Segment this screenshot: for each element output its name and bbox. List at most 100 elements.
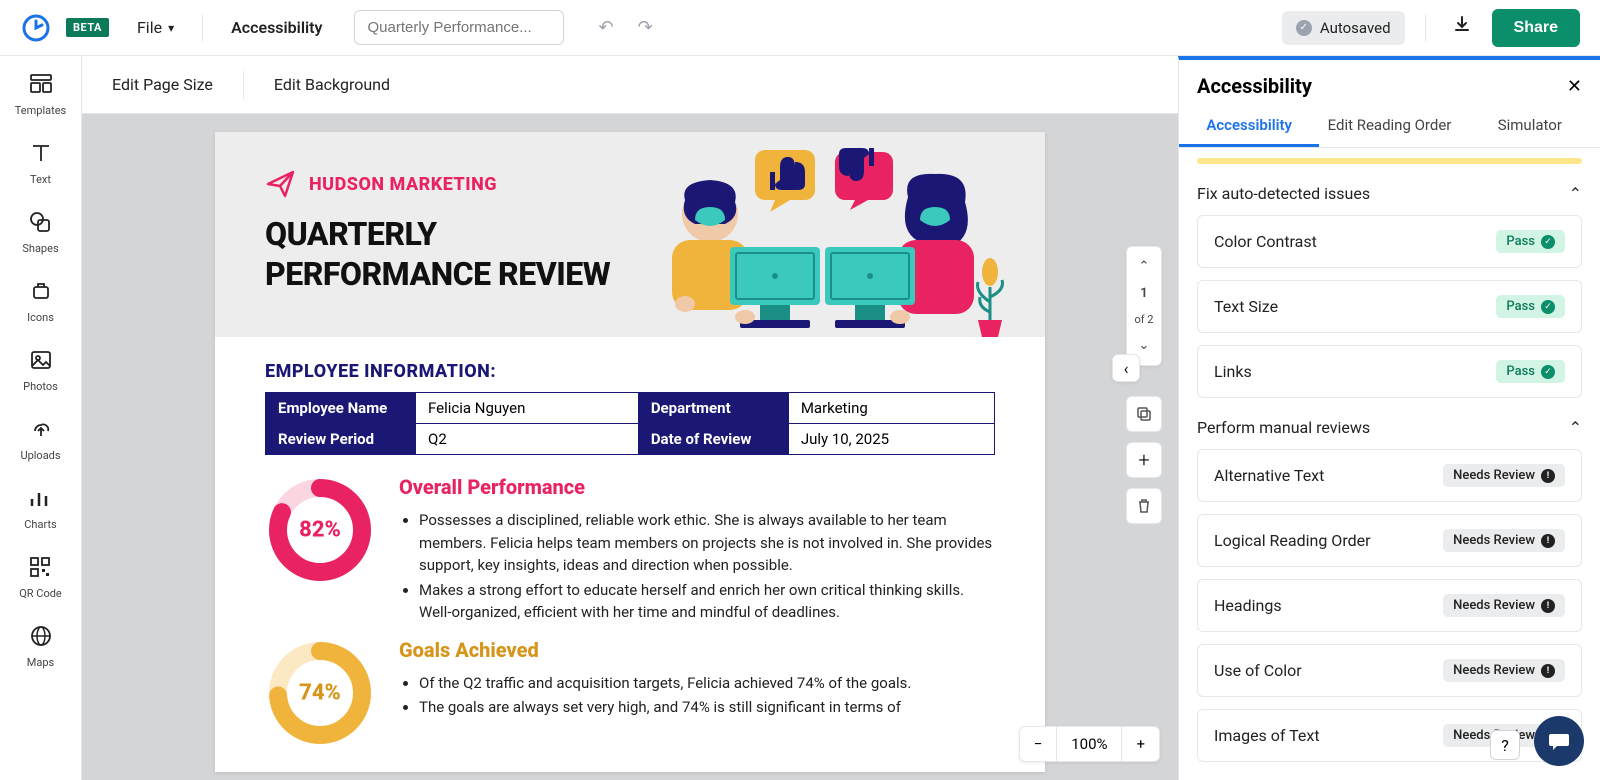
bullet: The goals are always set very high, and …	[419, 696, 995, 719]
section-auto-detected[interactable]: Fix auto-detected issues ⌃	[1197, 176, 1582, 215]
tab-accessibility[interactable]: Accessibility	[1179, 106, 1319, 147]
bullet: Makes a strong effort to educate herself…	[419, 579, 995, 624]
status-badge-review: Needs Review!	[1443, 594, 1565, 617]
issue-card-use-of-color[interactable]: Use of Color Needs Review!	[1197, 644, 1582, 697]
check-icon: ✓	[1541, 235, 1555, 249]
sidebar-item-shapes[interactable]: Shapes	[22, 208, 58, 255]
overall-heading: Overall Performance	[399, 475, 995, 499]
page-current: 1	[1140, 280, 1147, 307]
accessibility-panel: Accessibility ✕ Accessibility Edit Readi…	[1178, 56, 1600, 780]
check-icon: ✓	[1541, 300, 1555, 314]
panel-body: Fix auto-detected issues ⌃ Color Contras…	[1179, 148, 1600, 780]
help-button[interactable]: ?	[1490, 730, 1520, 760]
status-badge-review: Needs Review!	[1443, 464, 1565, 487]
overall-bullets: Possesses a disciplined, reliable work e…	[399, 509, 995, 624]
edit-background-button[interactable]: Edit Background	[274, 75, 390, 94]
add-page-button[interactable]: +	[1126, 442, 1162, 478]
duplicate-page-button[interactable]	[1126, 396, 1162, 432]
page-actions: +	[1126, 396, 1162, 524]
page-navigator[interactable]: ⌃ 1 of 2 ⌄	[1126, 246, 1162, 366]
sidebar-item-templates[interactable]: Templates	[15, 70, 66, 117]
close-icon[interactable]: ✕	[1567, 76, 1582, 97]
sidebar-item-photos[interactable]: Photos	[23, 346, 58, 393]
sidebar-item-uploads[interactable]: Uploads	[20, 415, 60, 462]
brand-name: HUDSON MARKETING	[309, 174, 497, 195]
chevron-down-icon[interactable]: ⌄	[1139, 332, 1150, 359]
employee-info-table: Employee Name Felicia Nguyen Department …	[265, 392, 995, 455]
sidebar-item-label: Icons	[27, 311, 54, 324]
sidebar-item-label: Maps	[27, 656, 54, 669]
file-menu-label: File	[137, 18, 162, 37]
tab-simulator[interactable]: Simulator	[1460, 106, 1600, 147]
sidebar-item-icons[interactable]: Icons	[27, 277, 55, 324]
file-menu[interactable]: File ▾	[129, 14, 182, 41]
issue-card-images-of-text[interactable]: Images of Text Needs Review!	[1197, 709, 1582, 762]
table-cell: July 10, 2025	[788, 424, 994, 455]
download-button[interactable]	[1446, 9, 1478, 46]
page-total: of 2	[1134, 307, 1153, 332]
sidebar-item-label: Uploads	[20, 449, 60, 462]
redo-icon[interactable]: ↷	[638, 17, 653, 38]
goals-donut-value: 74%	[299, 680, 341, 705]
sidebar-item-qrcode[interactable]: QR Code	[19, 553, 62, 600]
table-header: Employee Name	[266, 393, 416, 424]
paper-plane-icon	[265, 168, 297, 200]
warning-icon: !	[1541, 664, 1555, 678]
check-icon: ✓	[1541, 365, 1555, 379]
maps-icon	[27, 622, 55, 650]
status-badge-review: Needs Review!	[1443, 659, 1565, 682]
section-manual-reviews[interactable]: Perform manual reviews ⌃	[1197, 410, 1582, 449]
sidebar-item-label: Text	[30, 173, 51, 186]
overall-donut: 82%	[265, 475, 375, 585]
autosaved-status: ✓ Autosaved	[1282, 11, 1405, 45]
section-title-employee-info: EMPLOYEE INFORMATION:	[265, 361, 995, 382]
shapes-icon	[26, 208, 54, 236]
sidebar-item-maps[interactable]: Maps	[27, 622, 55, 669]
document-title-input[interactable]	[354, 10, 564, 45]
check-icon: ✓	[1296, 20, 1312, 36]
app-logo[interactable]	[20, 12, 52, 44]
zoom-in-button[interactable]: +	[1122, 727, 1159, 761]
charts-icon	[26, 484, 54, 512]
chevron-up-icon[interactable]: ⌃	[1139, 253, 1150, 280]
sidebar-item-charts[interactable]: Charts	[24, 484, 56, 531]
undo-icon[interactable]: ↶	[598, 17, 613, 38]
overall-performance-row: 82% Overall Performance Possesses a disc…	[265, 475, 995, 626]
issue-card-headings[interactable]: Headings Needs Review!	[1197, 579, 1582, 632]
panel-alert-banner	[1197, 158, 1582, 164]
issue-card-links[interactable]: Links Pass✓	[1197, 345, 1582, 398]
share-button[interactable]: Share	[1492, 9, 1580, 47]
zoom-out-button[interactable]: −	[1020, 727, 1058, 761]
issue-card-reading-order[interactable]: Logical Reading Order Needs Review!	[1197, 514, 1582, 567]
issue-card-alt-text[interactable]: Alternative Text Needs Review!	[1197, 449, 1582, 502]
table-header: Review Period	[266, 424, 416, 455]
qrcode-icon	[26, 553, 54, 581]
photos-icon	[27, 346, 55, 374]
templates-icon	[27, 70, 55, 98]
topbar: BETA File ▾ Accessibility ↶ ↷ ✓ Autosave…	[0, 0, 1600, 56]
canvas-area[interactable]: HUDSON MARKETING QUARTERLY PERFORMANCE R…	[82, 114, 1178, 780]
document-page[interactable]: HUDSON MARKETING QUARTERLY PERFORMANCE R…	[215, 132, 1045, 772]
warning-icon: !	[1541, 599, 1555, 613]
status-badge-pass: Pass✓	[1496, 230, 1565, 253]
collapse-icon[interactable]: ‹	[1112, 354, 1140, 382]
table-cell: Marketing	[788, 393, 994, 424]
document-header: HUDSON MARKETING QUARTERLY PERFORMANCE R…	[215, 132, 1045, 337]
chevron-up-icon: ⌃	[1569, 184, 1582, 203]
divider	[1425, 14, 1426, 42]
left-sidebar: Templates Text Shapes Icons Photos Uploa…	[0, 56, 82, 780]
sidebar-item-text[interactable]: Text	[27, 139, 55, 186]
table-cell: Q2	[416, 424, 639, 455]
edit-page-size-button[interactable]: Edit Page Size	[112, 75, 213, 94]
delete-page-button[interactable]	[1126, 488, 1162, 524]
chat-button[interactable]	[1534, 716, 1584, 766]
sidebar-item-label: Photos	[23, 380, 58, 393]
issue-card-color-contrast[interactable]: Color Contrast Pass✓	[1197, 215, 1582, 268]
zoom-control[interactable]: − 100% +	[1019, 726, 1160, 762]
issue-card-text-size[interactable]: Text Size Pass✓	[1197, 280, 1582, 333]
accessibility-button[interactable]: Accessibility	[223, 14, 330, 41]
icons-icon	[27, 277, 55, 305]
zoom-level[interactable]: 100%	[1057, 727, 1122, 761]
tab-edit-reading-order[interactable]: Edit Reading Order	[1319, 106, 1459, 147]
warning-icon: !	[1541, 469, 1555, 483]
